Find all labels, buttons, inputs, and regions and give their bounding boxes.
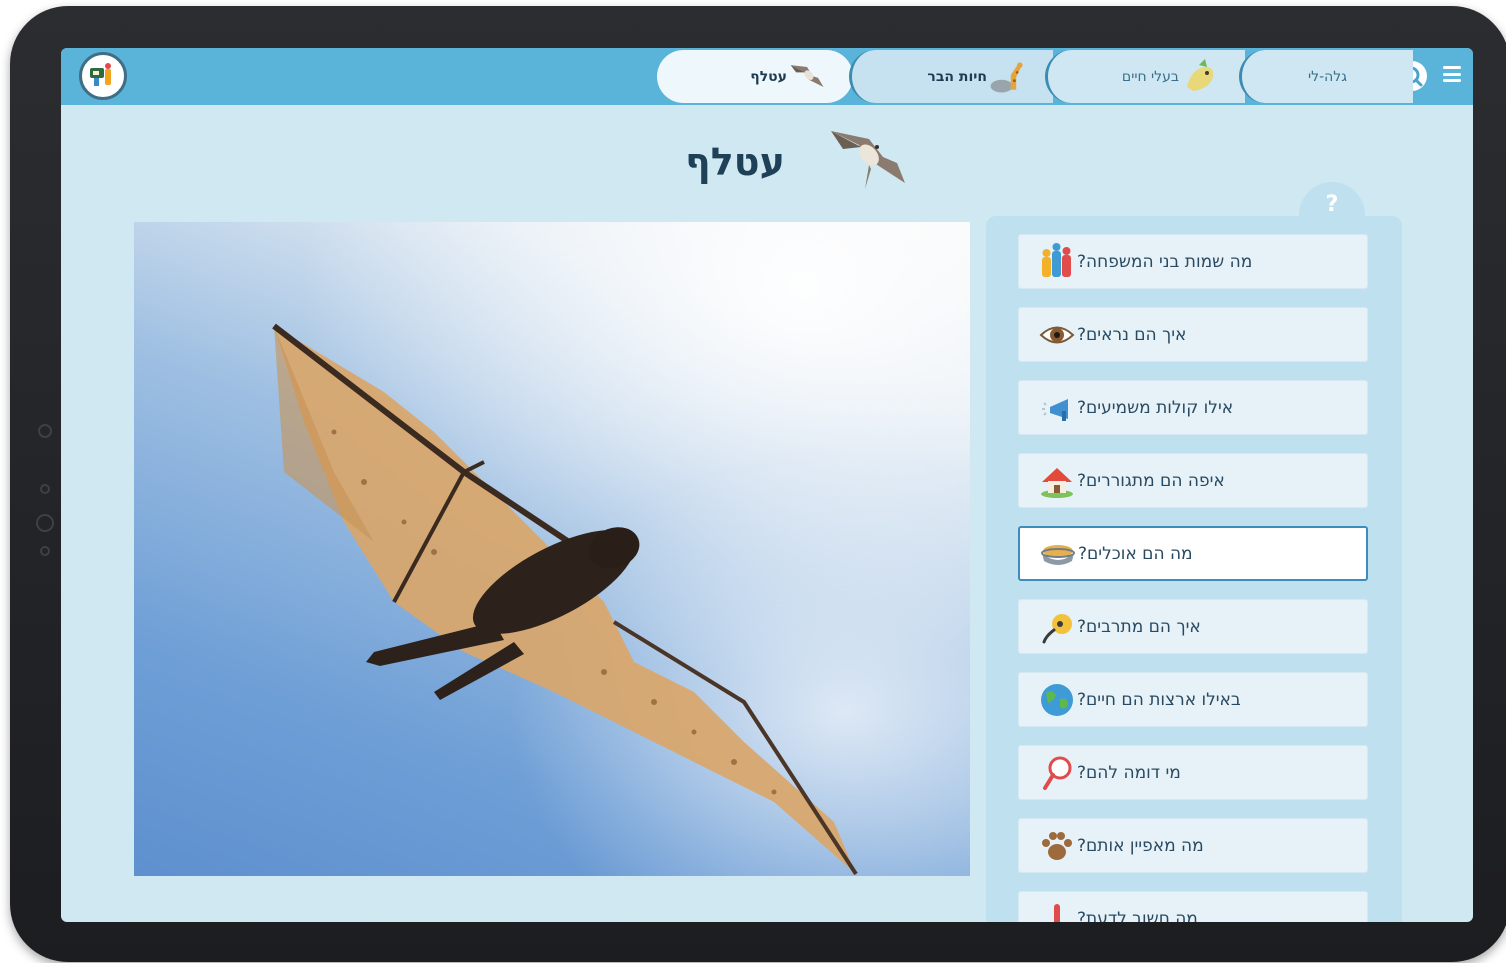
question-item[interactable]: מה שמות בני המשפחה?	[1018, 234, 1368, 289]
sensor-dot	[40, 484, 50, 494]
tab-label: גלה-לי	[1307, 68, 1347, 85]
logo-icon	[90, 63, 111, 86]
question-label: איך הם מתרבים?	[1077, 616, 1201, 637]
questions-list: מה שמות בני המשפחה? איך הם נראים? אילו ק…	[1018, 234, 1368, 922]
sensor-dot	[40, 546, 50, 556]
page-title: עטלף	[685, 140, 785, 184]
question-label: איפה הם מתגוררים?	[1077, 470, 1225, 491]
tab-breadcrumb-bat[interactable]: עטלף	[657, 50, 853, 103]
question-label: מה מאפיין אותם?	[1077, 835, 1204, 856]
food-bowl-icon	[1038, 534, 1078, 574]
hamburger-menu-icon[interactable]	[1443, 66, 1461, 82]
question-label: מה הם אוכלים?	[1078, 543, 1193, 564]
giraffe-icon	[987, 57, 1029, 97]
question-item[interactable]: איפה הם מתגוררים?	[1018, 453, 1368, 508]
reproduction-icon	[1037, 607, 1077, 647]
question-label: אילו קולות משמיעים?	[1077, 397, 1234, 418]
question-label: מה חשוב לדעת?	[1077, 908, 1198, 923]
question-label: מי דומה להם?	[1077, 762, 1181, 783]
bat-icon	[825, 125, 917, 199]
question-item[interactable]: מה חשוב לדעת?	[1018, 891, 1368, 922]
exclamation-icon	[1037, 899, 1077, 922]
top-navigation-bar: עטלף חיות הבר בעלי חיים גלה-לי	[61, 48, 1473, 105]
animals-icon	[1179, 57, 1221, 97]
bat-photo-illustration	[134, 222, 970, 876]
tab-label: חיות הבר	[927, 68, 987, 85]
tab-breadcrumb-wildlife[interactable]: חיות הבר	[849, 50, 1053, 103]
question-label: מה שמות בני המשפחה?	[1077, 251, 1253, 272]
question-item[interactable]: באילו ארצות הם חיים?	[1018, 672, 1368, 727]
question-label: איך הם נראים?	[1077, 324, 1187, 345]
question-item-active[interactable]: מה הם אוכלים?	[1018, 526, 1368, 581]
question-item[interactable]: מה מאפיין אותם?	[1018, 818, 1368, 873]
eye-icon	[1037, 315, 1077, 355]
family-icon	[1037, 242, 1077, 282]
app-screen: עטלף חיות הבר בעלי חיים גלה-לי עטלף ? מה…	[61, 48, 1473, 922]
app-logo[interactable]	[79, 52, 127, 100]
page-header: עטלף	[621, 122, 981, 202]
question-item[interactable]: איך הם מתרבים?	[1018, 599, 1368, 654]
camera-lens	[36, 514, 54, 532]
bat-icon	[787, 57, 829, 97]
sound-icon	[1037, 388, 1077, 428]
sensor-dot	[38, 424, 52, 438]
tab-discover[interactable]: גלה-לי	[1239, 50, 1413, 103]
tab-label: עטלף	[750, 68, 787, 85]
question-item[interactable]: אילו קולות משמיעים?	[1018, 380, 1368, 435]
magnifier-icon	[1037, 753, 1077, 793]
question-item[interactable]: מי דומה להם?	[1018, 745, 1368, 800]
tab-label: בעלי חיים	[1121, 68, 1179, 85]
globe-icon	[1037, 680, 1077, 720]
question-item[interactable]: איך הם נראים?	[1018, 307, 1368, 362]
house-icon	[1037, 461, 1077, 501]
animal-photo	[134, 222, 970, 876]
tab-breadcrumb-animals[interactable]: בעלי חיים	[1045, 50, 1245, 103]
paw-icon	[1037, 826, 1077, 866]
help-symbol: ?	[1325, 191, 1339, 217]
question-label: באילו ארצות הם חיים?	[1077, 689, 1241, 710]
